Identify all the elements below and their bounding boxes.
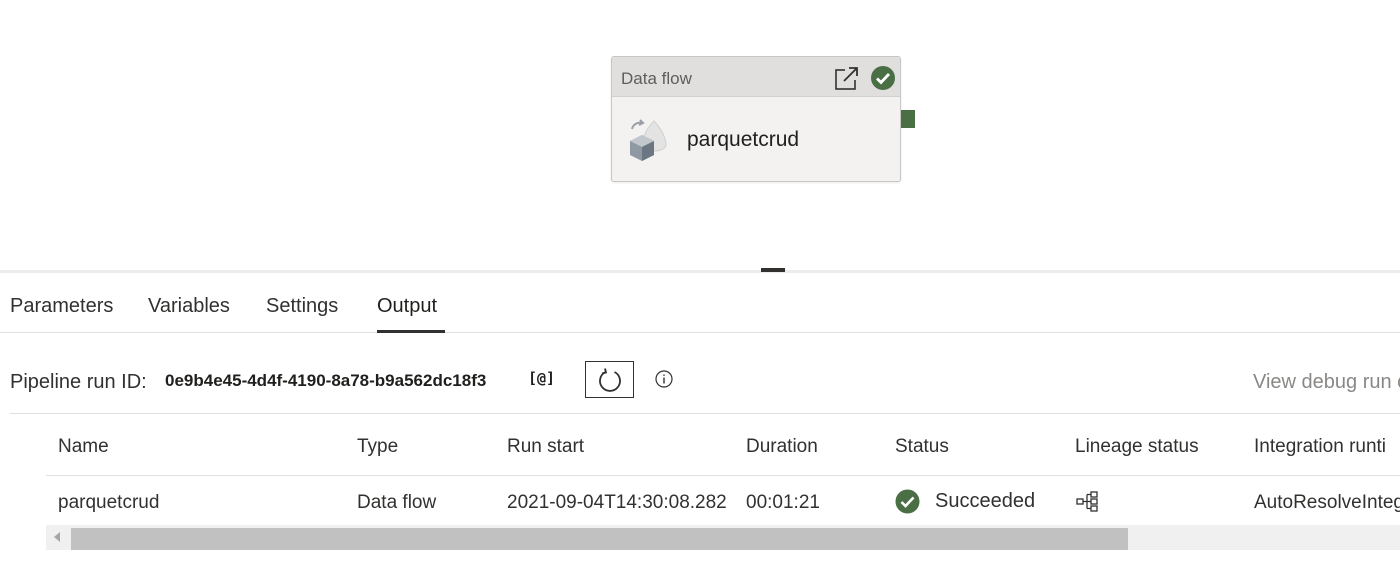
column-header-type[interactable]: Type	[357, 436, 398, 458]
refresh-button[interactable]	[585, 361, 634, 398]
table-header: Name Type Run start Duration Status Line…	[46, 420, 1400, 476]
dataflow-activity[interactable]: Data flow parquetcrud	[611, 56, 901, 182]
view-debug-run-link[interactable]: View debug run c	[1253, 371, 1400, 394]
activity-header: Data flow	[612, 57, 900, 97]
cell-run-start: 2021-09-04T14:30:08.282	[507, 492, 727, 513]
activity-runs-table: Name Type Run start Duration Status Line…	[46, 420, 1400, 514]
cell-status: Succeeded	[895, 489, 1035, 514]
tab-settings[interactable]: Settings	[266, 295, 338, 318]
active-tab-indicator	[377, 330, 445, 333]
pipeline-run-row: Pipeline run ID: 0e9b4e45-4d4f-4190-8a78…	[0, 360, 1400, 406]
activity-body: parquetcrud	[612, 97, 900, 181]
column-header-run-start[interactable]: Run start	[507, 436, 584, 458]
bottom-panel-tabs: Parameters Variables Settings Output	[0, 290, 1400, 333]
splitter-grip[interactable]	[761, 268, 785, 272]
column-header-duration[interactable]: Duration	[746, 436, 818, 458]
activity-output-handle[interactable]	[901, 110, 915, 128]
lineage-icon[interactable]	[1076, 490, 1100, 514]
horizontal-scrollbar[interactable]	[46, 525, 1400, 550]
column-header-lineage-status[interactable]: Lineage status	[1075, 436, 1199, 458]
dataflow-icon	[630, 119, 667, 161]
scrollbar-thumb[interactable]	[71, 528, 1128, 550]
refresh-icon	[598, 367, 621, 392]
pipeline-canvas[interactable]: Data flow parquetcrud	[0, 0, 1400, 270]
cell-integration-runtime: AutoResolveInteg	[1254, 492, 1400, 513]
cell-type: Data flow	[357, 492, 437, 513]
column-header-integration-runtime[interactable]: Integration runti	[1254, 436, 1386, 458]
status-text: Succeeded	[935, 490, 1036, 512]
copy-icon[interactable]: [@]	[528, 369, 555, 387]
success-check-icon	[895, 489, 920, 514]
pipeline-run-id-value: 0e9b4e45-4d4f-4190-8a78-b9a562dc18f3	[165, 371, 487, 390]
activity-type-label: Data flow	[621, 69, 692, 88]
open-external-icon[interactable]	[834, 65, 860, 91]
info-icon[interactable]	[655, 370, 673, 388]
tab-output[interactable]: Output	[377, 295, 437, 318]
activity-name: parquetcrud	[687, 128, 800, 151]
divider	[10, 413, 1400, 414]
tab-variables[interactable]: Variables	[148, 295, 230, 318]
tab-parameters[interactable]: Parameters	[10, 295, 113, 318]
panel-splitter[interactable]	[0, 270, 1400, 273]
success-check-icon	[871, 66, 895, 90]
cell-name[interactable]: parquetcrud	[58, 492, 159, 514]
pipeline-run-id-label: Pipeline run ID:	[10, 371, 147, 393]
cell-duration: 00:01:21	[746, 492, 820, 513]
column-header-name[interactable]: Name	[58, 436, 109, 458]
scroll-left-arrow-icon[interactable]	[54, 532, 60, 542]
column-header-status[interactable]: Status	[895, 436, 949, 458]
